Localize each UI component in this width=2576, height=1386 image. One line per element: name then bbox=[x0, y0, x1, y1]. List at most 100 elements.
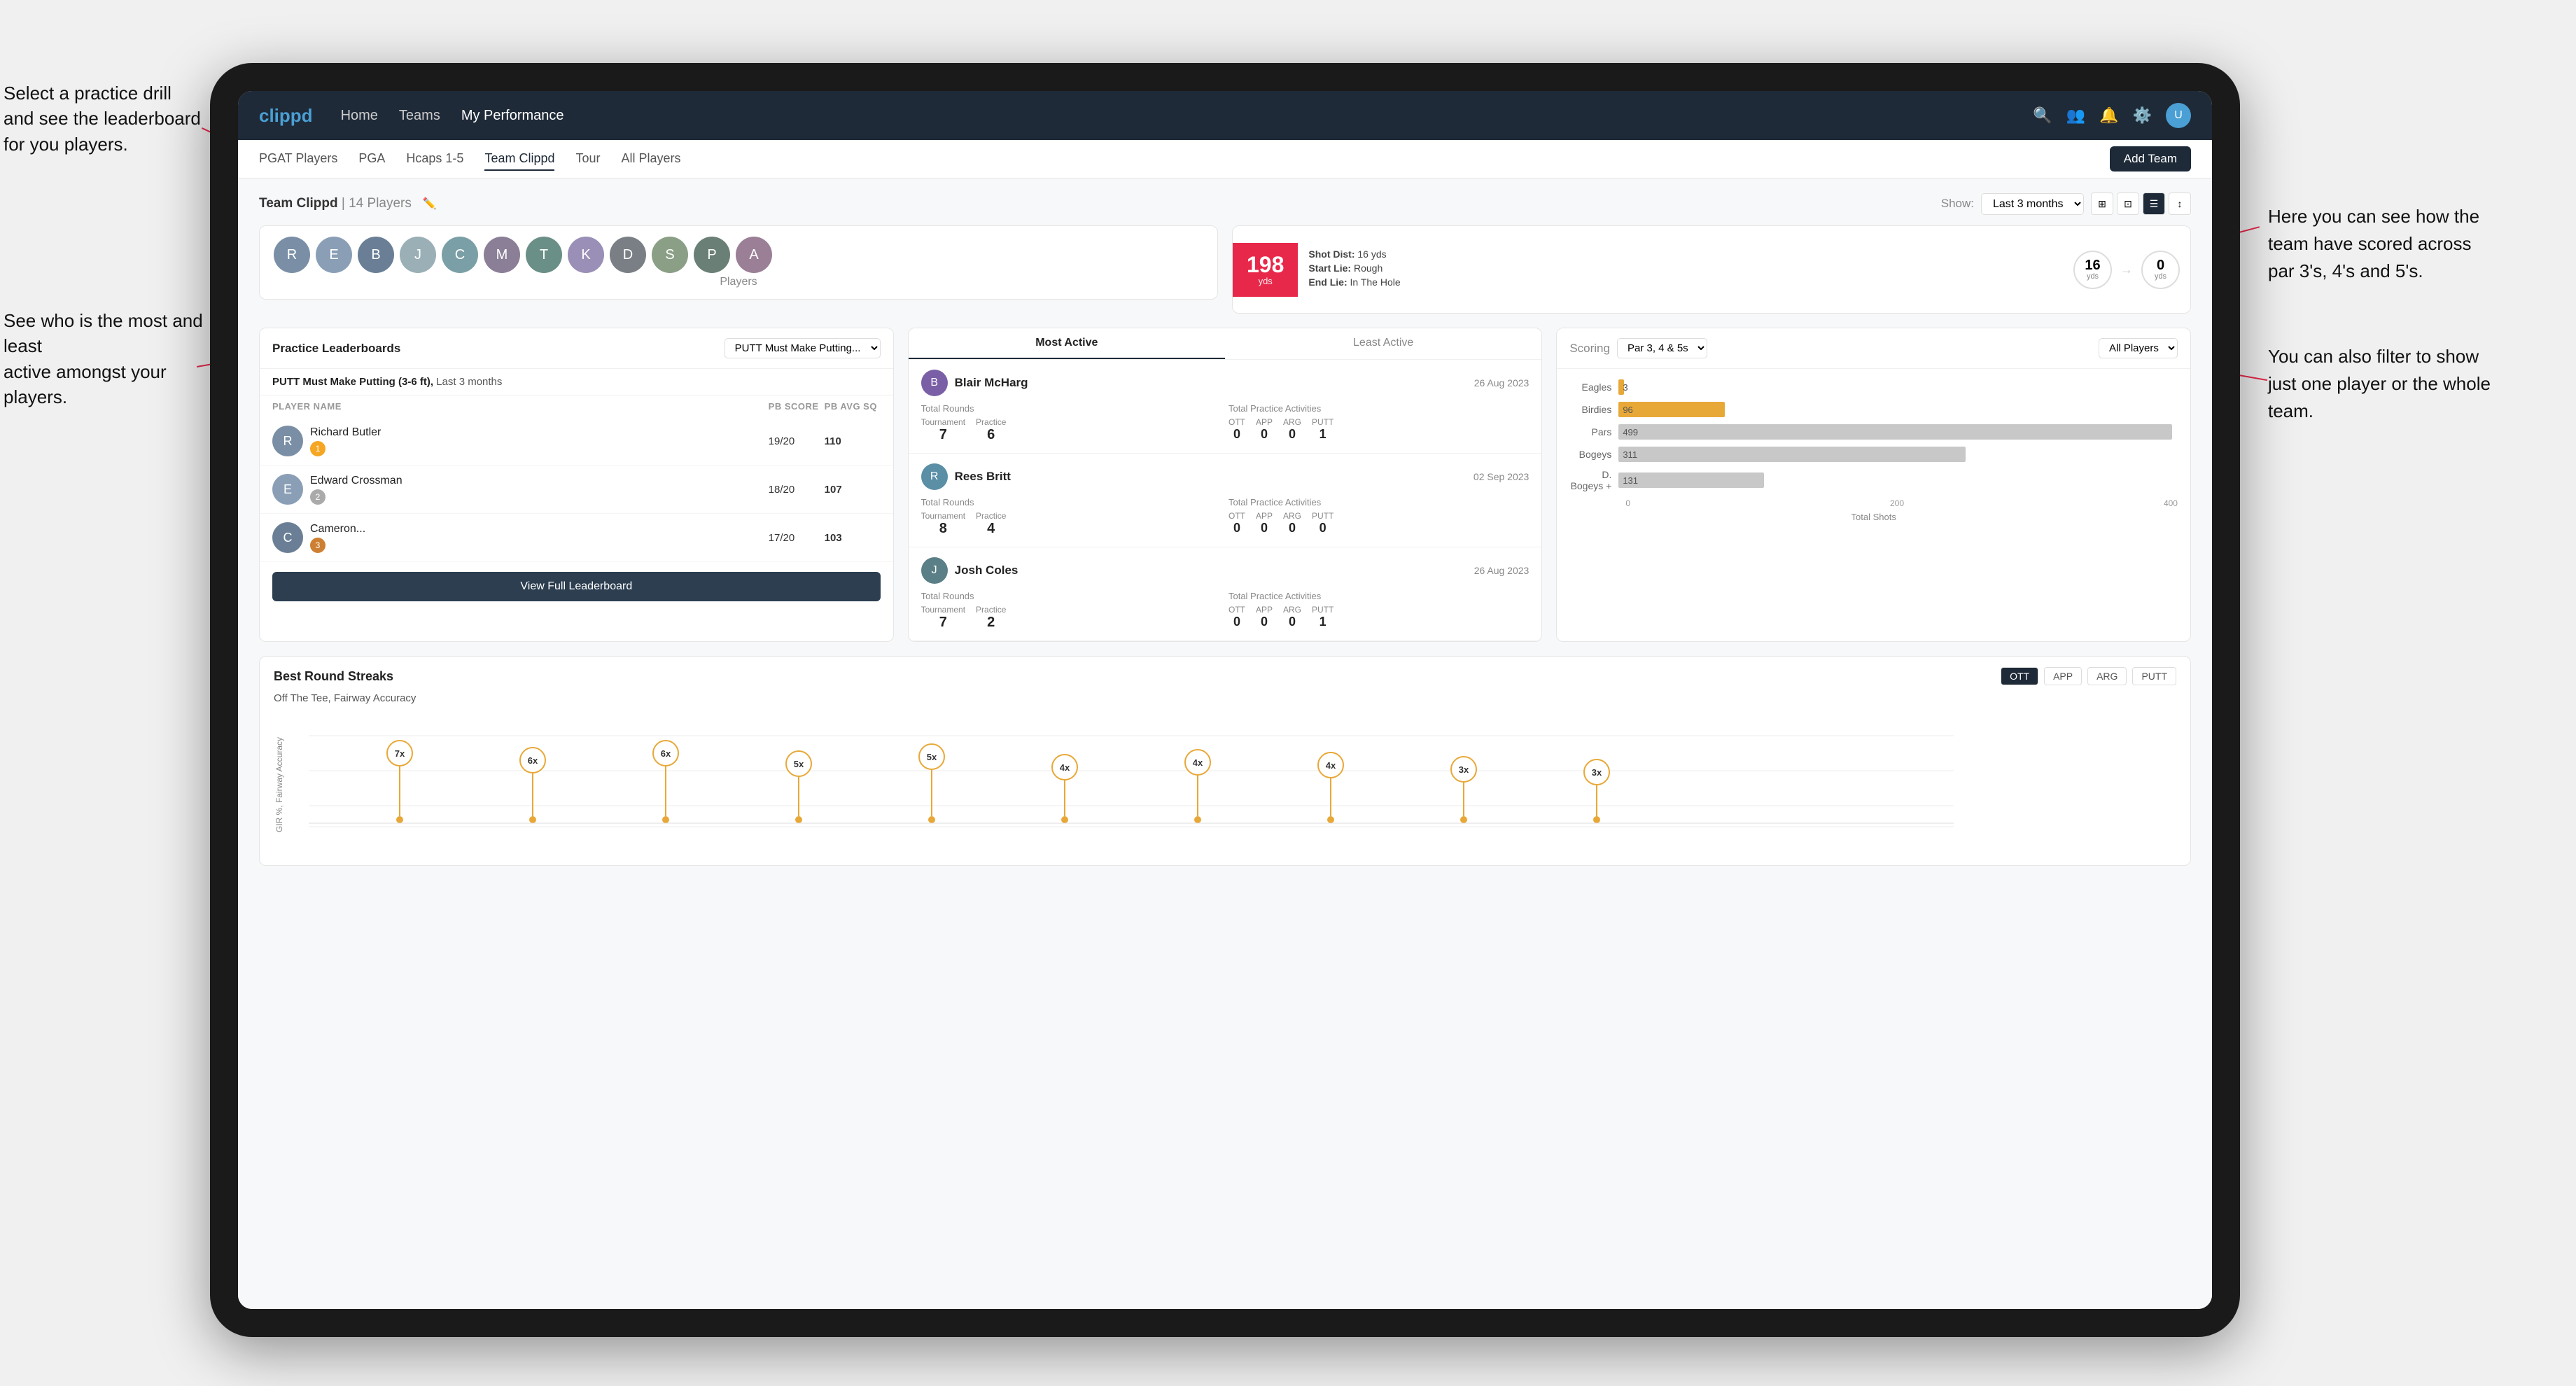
lb-player-3: C Cameron... 3 bbox=[272, 522, 769, 553]
pars-bar-container: 499 bbox=[1618, 424, 2178, 440]
player-avatar-11[interactable]: P bbox=[694, 237, 730, 273]
nav-my-performance[interactable]: My Performance bbox=[461, 104, 564, 127]
annotation-right-top: Here you can see how theteam have scored… bbox=[2268, 203, 2479, 285]
eagles-label: Eagles bbox=[1569, 382, 1618, 393]
scoring-player-filter[interactable]: All Players bbox=[2099, 338, 2178, 358]
player-avatar-3[interactable]: B bbox=[358, 237, 394, 273]
josh-practice-activities: Total Practice Activities OTT 0 APP 0 bbox=[1228, 591, 1529, 631]
lb-row-2[interactable]: E Edward Crossman 2 18/20 107 bbox=[260, 465, 893, 514]
pars-label: Pars bbox=[1569, 426, 1618, 438]
settings-icon[interactable]: ⚙️ bbox=[2133, 106, 2152, 125]
active-player-rees: R Rees Britt 02 Sep 2023 Total Rounds To… bbox=[909, 454, 1542, 547]
lb-row-3[interactable]: C Cameron... 3 17/20 103 bbox=[260, 514, 893, 562]
lb-title: Practice Leaderboards bbox=[272, 342, 400, 356]
josh-stats: Total Rounds Tournament 7 Practice 2 bbox=[921, 591, 1530, 631]
lb-player-1-name: Richard Butler bbox=[310, 426, 381, 439]
player-avatar-10[interactable]: S bbox=[652, 237, 688, 273]
lb-avg-2: 107 bbox=[825, 484, 881, 496]
player-avatar-2[interactable]: E bbox=[316, 237, 352, 273]
view-grid-md[interactable]: ⊡ bbox=[2117, 192, 2139, 215]
bogeys-value: 311 bbox=[1623, 449, 1637, 460]
bogeys-bar-container: 311 bbox=[1618, 447, 2178, 462]
player-avatar-9[interactable]: D bbox=[610, 237, 646, 273]
svg-text:6x: 6x bbox=[661, 748, 671, 759]
svg-text:4x: 4x bbox=[1326, 760, 1336, 771]
tablet-device: clippd Home Teams My Performance 🔍 👥 🔔 ⚙… bbox=[210, 63, 2240, 1337]
view-full-leaderboard-btn[interactable]: View Full Leaderboard bbox=[272, 572, 881, 601]
show-select[interactable]: Last 3 months bbox=[1981, 193, 2084, 215]
lb-badge-2: 2 bbox=[310, 489, 326, 505]
rees-date: 02 Sep 2023 bbox=[1474, 471, 1529, 482]
lb-player-3-name: Cameron... bbox=[310, 523, 365, 536]
view-grid-sm[interactable]: ⊞ bbox=[2091, 192, 2113, 215]
lb-player-1: R Richard Butler 1 bbox=[272, 426, 769, 456]
search-icon[interactable]: 🔍 bbox=[2033, 106, 2052, 125]
shot-panel: 198 yds Shot Dist: 16 yds Start Lie: Rou… bbox=[1232, 225, 2191, 314]
rees-stats: Total Rounds Tournament 8 Practice 4 bbox=[921, 497, 1530, 537]
subnav-hcaps[interactable]: Hcaps 1-5 bbox=[406, 148, 463, 171]
player-avatar-4[interactable]: J bbox=[400, 237, 436, 273]
col-player-name: PLAYER NAME bbox=[272, 401, 769, 412]
tablet-screen: clippd Home Teams My Performance 🔍 👥 🔔 ⚙… bbox=[238, 91, 2212, 1309]
player-avatar-6[interactable]: M bbox=[484, 237, 520, 273]
subnav-pga[interactable]: PGA bbox=[358, 148, 385, 171]
birdies-bar-container: 96 bbox=[1618, 402, 2178, 417]
subnav-pgat[interactable]: PGAT Players bbox=[259, 148, 337, 171]
shot-distance-value: 198 bbox=[1247, 253, 1284, 276]
filter-arg[interactable]: ARG bbox=[2087, 667, 2127, 685]
shot-distance-block: 198 yds bbox=[1233, 243, 1298, 297]
filter-ott[interactable]: OTT bbox=[2001, 667, 2038, 685]
shot-text-info: Shot Dist: 16 yds Start Lie: Rough End L… bbox=[1298, 241, 1410, 298]
drill-select[interactable]: PUTT Must Make Putting... bbox=[724, 338, 881, 358]
circle-1: 16 yds bbox=[2073, 251, 2112, 289]
bell-icon[interactable]: 🔔 bbox=[2099, 106, 2118, 125]
birdies-value: 96 bbox=[1623, 405, 1632, 415]
edit-icon[interactable]: ✏️ bbox=[423, 197, 437, 211]
nav-home[interactable]: Home bbox=[341, 104, 378, 127]
shot-distance-unit: yds bbox=[1259, 276, 1273, 286]
eagles-value: 3 bbox=[1623, 382, 1628, 393]
scoring-title: Scoring bbox=[1569, 342, 1610, 356]
blair-name: Blair McHarg bbox=[955, 376, 1028, 390]
chart-row-dbogeys: D. Bogeys + 131 bbox=[1569, 469, 2178, 491]
rees-practice: Practice 4 bbox=[976, 511, 1006, 537]
player-avatar-8[interactable]: K bbox=[568, 237, 604, 273]
svg-text:4x: 4x bbox=[1193, 757, 1203, 768]
streaks-title: Best Round Streaks bbox=[274, 669, 393, 684]
svg-text:6x: 6x bbox=[528, 755, 538, 766]
dbogeys-bar-container: 131 bbox=[1618, 472, 2178, 488]
people-icon[interactable]: 👥 bbox=[2066, 106, 2085, 125]
subnav-tour[interactable]: Tour bbox=[575, 148, 600, 171]
chart-x-title: Total Shots bbox=[1569, 512, 2178, 522]
josh-app: APP 0 bbox=[1256, 605, 1273, 629]
eagles-bar-container: 3 bbox=[1618, 379, 2178, 395]
subnav-team-clippd[interactable]: Team Clippd bbox=[484, 148, 554, 171]
filter-app[interactable]: APP bbox=[2044, 667, 2082, 685]
player-avatar-5[interactable]: C bbox=[442, 237, 478, 273]
lb-player-2: E Edward Crossman 2 bbox=[272, 474, 769, 505]
active-player-josh: J Josh Coles 26 Aug 2023 Total Rounds To… bbox=[909, 547, 1542, 641]
tab-least-active[interactable]: Least Active bbox=[1225, 328, 1541, 359]
annotation-left-top: Select a practice drill and see the lead… bbox=[4, 80, 206, 157]
rees-tournament: Tournament 8 bbox=[921, 511, 965, 537]
player-avatar-1[interactable]: R bbox=[274, 237, 310, 273]
most-active-tabs: Most Active Least Active bbox=[909, 328, 1542, 360]
player-avatar-12[interactable]: A bbox=[736, 237, 772, 273]
view-sort[interactable]: ↕ bbox=[2169, 192, 2191, 215]
view-list[interactable]: ☰ bbox=[2143, 192, 2165, 215]
players-section: R E B J C bbox=[259, 225, 1218, 300]
scoring-par-filter[interactable]: Par 3, 4 & 5s bbox=[1617, 338, 1707, 358]
filter-putt[interactable]: PUTT bbox=[2132, 667, 2176, 685]
lb-row-1[interactable]: R Richard Butler 1 19/20 110 bbox=[260, 417, 893, 465]
nav-teams[interactable]: Teams bbox=[399, 104, 440, 127]
add-team-button[interactable]: Add Team bbox=[2110, 146, 2191, 172]
player-count: | 14 Players bbox=[342, 196, 412, 211]
tab-most-active[interactable]: Most Active bbox=[909, 328, 1225, 359]
player-avatar-7[interactable]: T bbox=[526, 237, 562, 273]
players-label: Players bbox=[274, 276, 1203, 288]
user-avatar[interactable]: U bbox=[2166, 103, 2191, 128]
subnav-all-players[interactable]: All Players bbox=[622, 148, 681, 171]
rees-player: R Rees Britt bbox=[921, 463, 1011, 490]
shot-yardage-circles: 16 yds → 0 yds bbox=[2063, 244, 2190, 296]
most-active-panel: Most Active Least Active B Blair McHarg … bbox=[908, 328, 1543, 642]
